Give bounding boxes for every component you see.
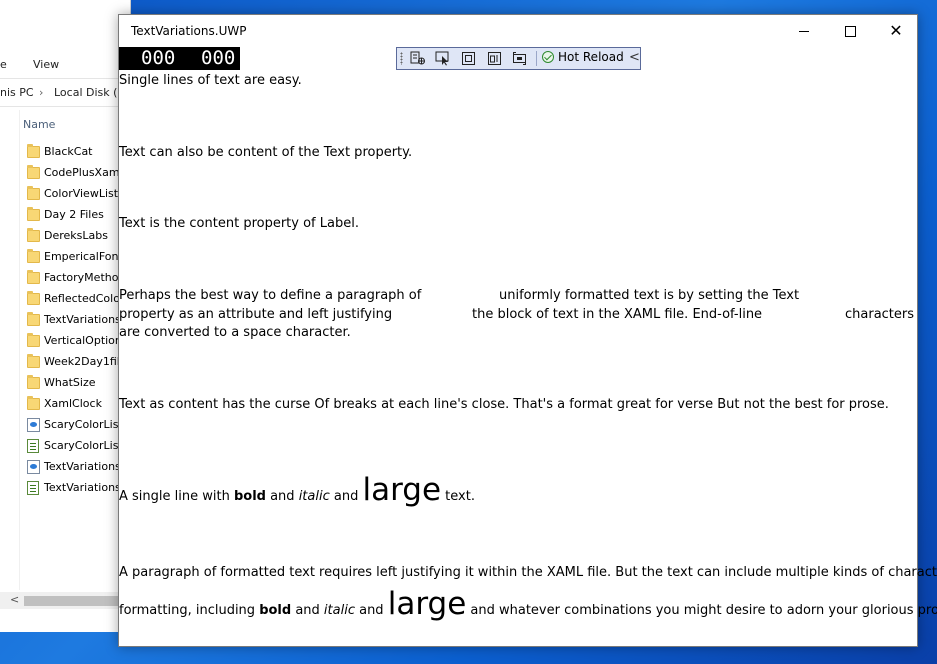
display-layout-adorners-icon[interactable] [461, 51, 477, 66]
horizontal-scrollbar[interactable]: < [0, 592, 130, 609]
maximize-icon [844, 25, 856, 37]
frame-counter-right: 000 [201, 47, 236, 69]
file-name: TextVariations [44, 313, 121, 326]
toolbar-grip[interactable] [400, 52, 403, 65]
paragraph-2-row: formatting, including bold and italic an… [119, 585, 937, 630]
paragraph-1-run: property as an attribute and left justif… [119, 307, 393, 322]
code-file-icon [27, 481, 39, 495]
file-name: Week2Day1file [44, 355, 127, 368]
formatted-run: A single line with [119, 489, 234, 504]
frame-counter-left: 000 [141, 47, 176, 69]
text-line-4: Text as content has the curse Of breaks … [119, 397, 889, 412]
divider [0, 78, 130, 79]
hot-reload-label: Hot Reload [558, 50, 624, 64]
formatted-run: and [329, 489, 363, 504]
address-bar[interactable]: nis PC › Local Disk (C [0, 86, 130, 104]
ribbon-tab-view[interactable]: View [33, 58, 59, 71]
nav-pane-border [19, 110, 20, 590]
formatted-run: and [265, 489, 299, 504]
xaml-file-icon [27, 460, 40, 474]
formatted-run: and [354, 603, 388, 618]
folder-icon [27, 291, 40, 305]
large-run: large [362, 472, 442, 508]
file-name: ReflectedColo [44, 292, 120, 305]
paragraph-1-run: uniformly formatted text is by setting t… [499, 288, 800, 303]
minimize-button[interactable] [781, 15, 827, 47]
window-title: TextVariations.UWP [131, 24, 247, 38]
folder-icon [27, 144, 40, 158]
file-name: VerticalOption [44, 334, 122, 347]
debug-toolbar: Hot Reload < [396, 47, 641, 70]
folder-icon [27, 249, 40, 263]
column-header-name[interactable]: Name [23, 118, 55, 131]
scroll-left-icon[interactable]: < [10, 593, 19, 606]
formatted-run: and whatever combinations you might desi… [466, 603, 937, 618]
folder-icon [27, 228, 40, 242]
file-explorer-window: e View nis PC › Local Disk (C Name Black… [0, 0, 131, 632]
file-name: DereksLabs [44, 229, 108, 242]
select-element-icon[interactable] [435, 51, 451, 66]
collapse-toolbar-icon[interactable]: < [629, 50, 640, 65]
folder-icon [27, 333, 40, 347]
paragraph-1-run: characters [845, 307, 915, 322]
checkmark-icon [542, 51, 554, 63]
chevron-right-icon: › [39, 86, 44, 99]
folder-icon [27, 354, 40, 368]
file-name: XamlClock [44, 397, 102, 410]
file-name: EmpericalFont [44, 250, 123, 263]
toolbar-divider [536, 51, 537, 66]
italic-run: italic [298, 489, 330, 504]
explorer-ribbon-tabs: e View [0, 58, 130, 78]
file-name: FactoryMetho [44, 271, 119, 284]
folder-icon [27, 186, 40, 200]
file-name: TextVariations [44, 460, 121, 473]
file-name: TextVariations [44, 481, 121, 494]
formatted-line: A single line with bold and italic and l… [119, 471, 475, 516]
paragraph-1-run: are converted to a space character. [119, 325, 351, 340]
text-line-3: Text is the content property of Label. [119, 216, 359, 231]
code-file-icon [27, 439, 39, 453]
italic-run: italic [323, 603, 355, 618]
title-bar[interactable]: TextVariations.UWP ✕ [119, 15, 917, 47]
maximize-button[interactable] [827, 15, 873, 47]
folder-icon [27, 375, 40, 389]
bold-run: bold [259, 603, 292, 618]
folder-icon [27, 270, 40, 284]
formatted-run: and [291, 603, 324, 618]
formatted-run: text. [441, 489, 475, 504]
paragraph-2-row: A paragraph of formatted text requires l… [119, 565, 937, 580]
bold-run: bold [233, 489, 266, 504]
minimize-icon [799, 30, 809, 32]
breadcrumb-this-pc[interactable]: nis PC [0, 86, 34, 99]
live-visual-tree-icon[interactable] [410, 51, 426, 66]
file-name: CodePlusXam [44, 166, 120, 179]
text-line-2: Text can also be content of the Text pro… [119, 145, 413, 160]
app-window: TextVariations.UWP ✕ 000 000 Hot Reload … [118, 14, 937, 647]
folder-icon [27, 396, 40, 410]
file-name: BlackCat [44, 145, 93, 158]
file-name: ScaryColorList [44, 418, 123, 431]
track-focus-icon[interactable] [487, 51, 503, 66]
file-name: ColorViewList [44, 187, 119, 200]
paragraph-1-run: the block of text in the XAML file. End-… [472, 307, 763, 322]
file-name: ScaryColorList [44, 439, 123, 452]
ribbon-tab-partial[interactable]: e [0, 58, 7, 71]
file-name: Day 2 Files [44, 208, 104, 221]
breadcrumb-local-disk[interactable]: Local Disk (C [54, 86, 125, 99]
folder-icon [27, 165, 40, 179]
frame-rate-counter: 000 000 [119, 47, 240, 70]
large-run: large [387, 586, 467, 622]
text-line-1: Single lines of text are easy. [119, 73, 302, 88]
folder-icon [27, 207, 40, 221]
divider [0, 106, 130, 107]
close-icon: ✕ [889, 21, 903, 40]
file-name: WhatSize [44, 376, 96, 389]
scrollbar-thumb[interactable] [24, 596, 130, 606]
binding-failures-icon[interactable] [512, 51, 528, 66]
paragraph-1-run: Perhaps the best way to define a paragra… [119, 288, 422, 303]
folder-icon [27, 312, 40, 326]
xaml-file-icon [27, 418, 40, 432]
close-button[interactable]: ✕ [873, 15, 919, 47]
formatted-run: formatting, including [119, 603, 260, 618]
